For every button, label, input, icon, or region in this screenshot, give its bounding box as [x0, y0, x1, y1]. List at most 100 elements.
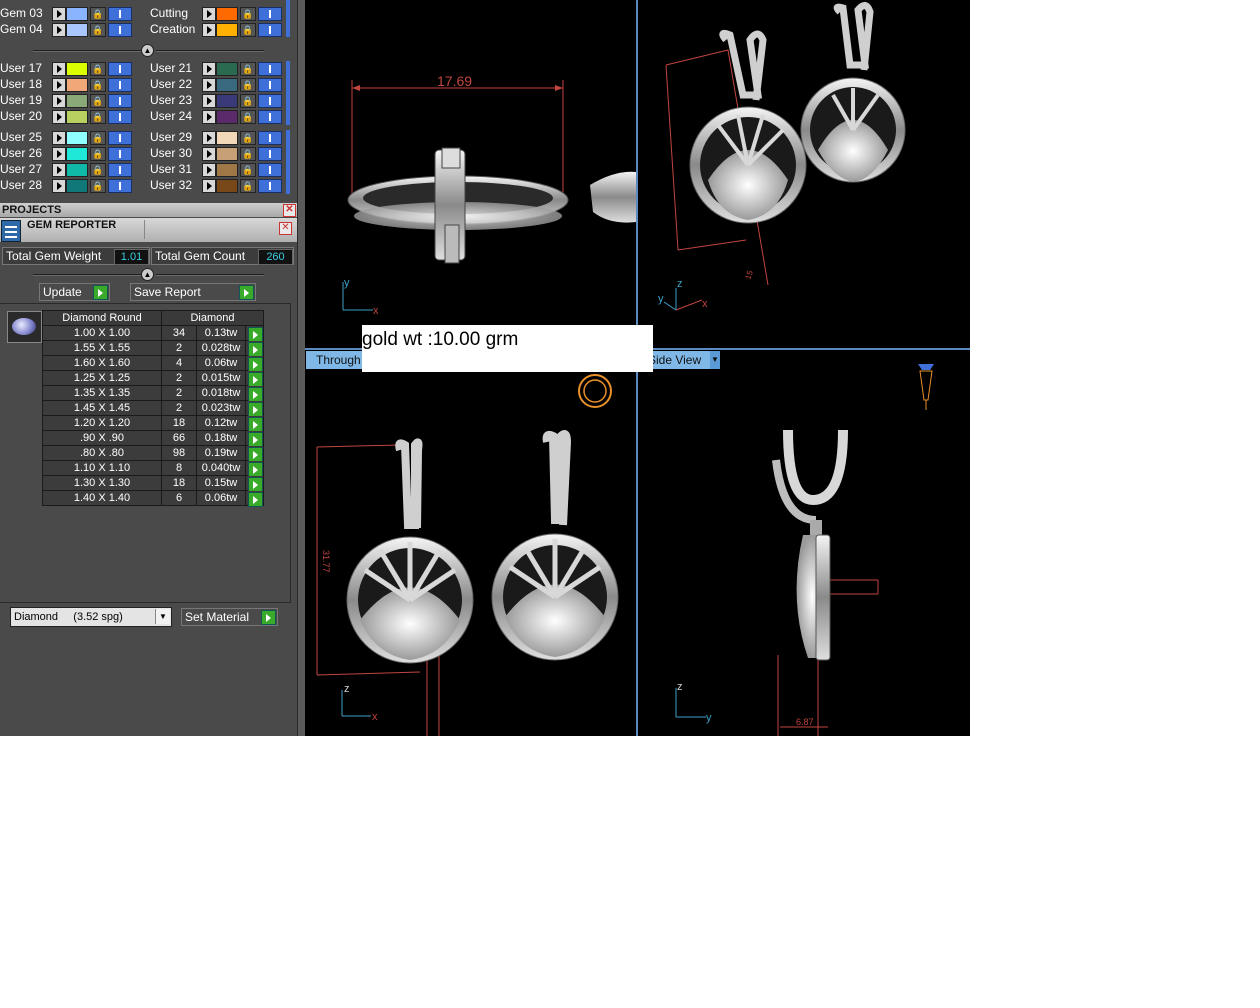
layers-collapse-bar[interactable]: ▲: [30, 44, 264, 58]
layer-color-swatch[interactable]: [66, 131, 88, 145]
gem-reporter-close-icon[interactable]: ✕: [279, 222, 292, 235]
layer-row[interactable]: User 29 🔒: [150, 130, 295, 145]
layer-row[interactable]: Creation 🔒: [150, 22, 295, 37]
expand-arrow-icon[interactable]: [202, 110, 216, 124]
dropdown-arrow-icon[interactable]: ▼: [155, 609, 170, 624]
layer-color-swatch[interactable]: [66, 163, 88, 177]
expand-arrow-icon[interactable]: [202, 147, 216, 161]
expand-arrow-icon[interactable]: [202, 131, 216, 145]
layer-color-swatch[interactable]: [66, 94, 88, 108]
lock-icon[interactable]: 🔒: [240, 147, 256, 161]
layer-color-swatch[interactable]: [66, 78, 88, 92]
table-row[interactable]: 1.55 X 1.55 2 0.028tw: [42, 340, 264, 357]
visibility-toggle[interactable]: [258, 147, 282, 161]
expand-arrow-icon[interactable]: [202, 179, 216, 193]
expand-arrow-icon[interactable]: [202, 163, 216, 177]
layer-color-swatch[interactable]: [216, 110, 238, 124]
layer-color-swatch[interactable]: [216, 179, 238, 193]
layer-color-swatch[interactable]: [66, 62, 88, 76]
table-row[interactable]: 1.25 X 1.25 2 0.015tw: [42, 370, 264, 387]
layer-row[interactable]: User 26 🔒: [0, 146, 145, 161]
layer-color-swatch[interactable]: [216, 78, 238, 92]
set-material-button[interactable]: Set Material: [181, 608, 278, 626]
expand-arrow-icon[interactable]: [202, 23, 216, 37]
visibility-toggle[interactable]: [108, 23, 132, 37]
visibility-toggle[interactable]: [258, 179, 282, 193]
layer-row[interactable]: User 32 🔒: [150, 178, 295, 193]
layer-row[interactable]: User 27 🔒: [0, 162, 145, 177]
layer-row[interactable]: User 25 🔒: [0, 130, 145, 145]
layer-color-swatch[interactable]: [66, 179, 88, 193]
table-row[interactable]: .90 X .90 66 0.18tw: [42, 430, 264, 447]
layer-row[interactable]: User 18 🔒: [0, 77, 145, 92]
layer-row[interactable]: User 22 🔒: [150, 77, 295, 92]
reporter-collapse-bar[interactable]: ▲: [30, 268, 264, 282]
lock-icon[interactable]: 🔒: [240, 78, 256, 92]
layer-color-swatch[interactable]: [66, 110, 88, 124]
layer-row[interactable]: User 17 🔒: [0, 61, 145, 76]
expand-arrow-icon[interactable]: [52, 147, 66, 161]
table-row[interactable]: 1.30 X 1.30 18 0.15tw: [42, 475, 264, 492]
expand-arrow-icon[interactable]: [202, 7, 216, 21]
expand-arrow-icon[interactable]: [52, 23, 66, 37]
layer-row[interactable]: Gem 04 🔒: [0, 22, 145, 37]
visibility-toggle[interactable]: [108, 78, 132, 92]
gem-shape-thumb[interactable]: [7, 311, 42, 343]
layer-color-swatch[interactable]: [66, 7, 88, 21]
collapse-up-icon[interactable]: ▲: [141, 44, 154, 57]
save-report-button[interactable]: Save Report: [130, 283, 256, 301]
lock-icon[interactable]: 🔒: [240, 131, 256, 145]
layer-color-swatch[interactable]: [66, 147, 88, 161]
visibility-toggle[interactable]: [108, 62, 132, 76]
visibility-toggle[interactable]: [258, 23, 282, 37]
expand-arrow-icon[interactable]: [52, 94, 66, 108]
table-row[interactable]: 1.10 X 1.10 8 0.040tw: [42, 460, 264, 477]
table-row[interactable]: 1.00 X 1.00 34 0.13tw: [42, 325, 264, 342]
table-row[interactable]: 1.60 X 1.60 4 0.06tw: [42, 355, 264, 372]
layer-row[interactable]: User 30 🔒: [150, 146, 295, 161]
lock-icon[interactable]: 🔒: [90, 179, 106, 193]
viewport-top-right[interactable]: 15 z x y: [638, 0, 970, 348]
expand-arrow-icon[interactable]: [52, 179, 66, 193]
visibility-toggle[interactable]: [258, 94, 282, 108]
lock-icon[interactable]: 🔒: [90, 62, 106, 76]
lock-icon[interactable]: 🔒: [90, 94, 106, 108]
visibility-toggle[interactable]: [108, 131, 132, 145]
dropdown-arrow-icon[interactable]: ▼: [710, 351, 720, 369]
projects-header[interactable]: PROJECTS ✕: [0, 203, 297, 217]
visibility-toggle[interactable]: [258, 163, 282, 177]
lock-icon[interactable]: 🔒: [90, 23, 106, 37]
lock-icon[interactable]: 🔒: [90, 110, 106, 124]
visibility-toggle[interactable]: [108, 163, 132, 177]
expand-arrow-icon[interactable]: [52, 163, 66, 177]
play-icon[interactable]: [248, 492, 263, 507]
viewport-top-left[interactable]: 17.69 y x: [305, 0, 636, 348]
visibility-toggle[interactable]: [108, 7, 132, 21]
layer-color-swatch[interactable]: [216, 23, 238, 37]
table-row[interactable]: .80 X .80 98 0.19tw: [42, 445, 264, 462]
lock-icon[interactable]: 🔒: [90, 131, 106, 145]
lock-icon[interactable]: 🔒: [240, 179, 256, 193]
layer-row[interactable]: User 19 🔒: [0, 93, 145, 108]
lock-icon[interactable]: 🔒: [90, 7, 106, 21]
visibility-toggle[interactable]: [258, 110, 282, 124]
layer-color-swatch[interactable]: [216, 62, 238, 76]
expand-arrow-icon[interactable]: [52, 7, 66, 21]
collapse-up-icon[interactable]: ▲: [141, 268, 154, 281]
visibility-toggle[interactable]: [108, 179, 132, 193]
visibility-toggle[interactable]: [108, 94, 132, 108]
lock-icon[interactable]: 🔒: [240, 110, 256, 124]
expand-arrow-icon[interactable]: [202, 94, 216, 108]
layer-row[interactable]: Gem 03 🔒: [0, 6, 145, 21]
lock-icon[interactable]: 🔒: [240, 94, 256, 108]
layer-color-swatch[interactable]: [216, 94, 238, 108]
layer-row[interactable]: User 24 🔒: [150, 109, 295, 124]
expand-arrow-icon[interactable]: [52, 62, 66, 76]
lock-icon[interactable]: 🔒: [90, 147, 106, 161]
table-row[interactable]: 1.20 X 1.20 18 0.12tw: [42, 415, 264, 432]
visibility-toggle[interactable]: [258, 131, 282, 145]
table-row[interactable]: 1.45 X 1.45 2 0.023tw: [42, 400, 264, 417]
viewport-bottom-left[interactable]: 31.77 z x Through: [305, 350, 636, 736]
layer-row[interactable]: User 20 🔒: [0, 109, 145, 124]
expand-arrow-icon[interactable]: [52, 110, 66, 124]
